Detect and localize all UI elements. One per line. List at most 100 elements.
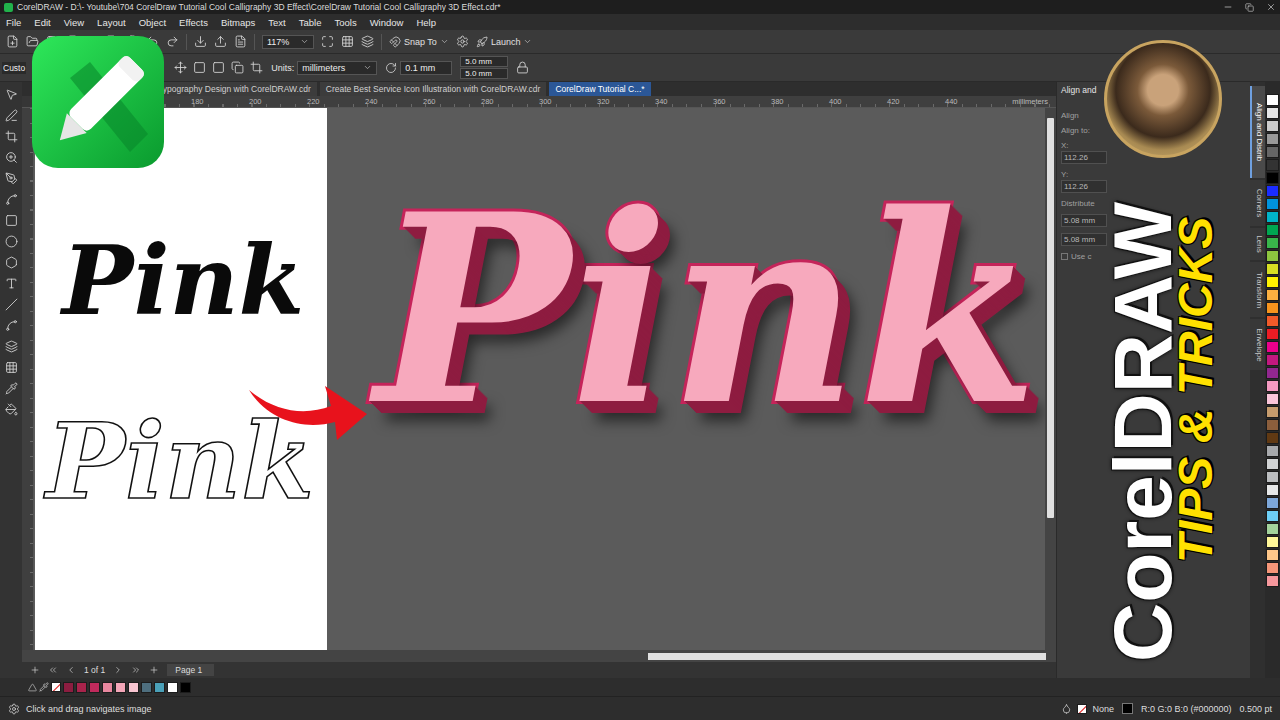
color-swatch[interactable] [1266,289,1279,301]
magnet-icon[interactable] [389,36,401,48]
nudge-icon[interactable] [385,62,397,74]
dropdown-arrow-icon[interactable] [523,37,532,46]
zoom-level-field[interactable]: 117% [262,35,314,49]
connector-tool-icon[interactable] [5,319,18,332]
duplicate-distance-field[interactable]: 5.0 mm [460,68,508,79]
no-color-swatch[interactable] [51,682,61,692]
scroll-thumb[interactable] [648,653,1046,660]
menu-item[interactable]: Text [268,17,285,28]
portrait-icon[interactable] [193,61,206,74]
launch-button[interactable]: Launch [476,36,533,48]
color-swatch[interactable] [1266,263,1279,275]
color-swatch[interactable] [1266,523,1279,535]
color-swatch[interactable] [154,682,165,693]
ellipse-tool-icon[interactable] [5,235,18,248]
color-swatch[interactable] [1266,159,1279,171]
docker-tab[interactable]: Lens [1250,228,1265,260]
pick-tool-icon[interactable] [5,88,18,101]
color-swatch[interactable] [1266,562,1279,574]
color-swatch[interactable] [1266,458,1279,470]
document-tab[interactable]: Typography Design with CorelDRAW.cdr [152,82,317,96]
color-swatch[interactable] [141,682,152,693]
color-swatch[interactable] [1266,367,1279,379]
nudge-distance-field[interactable]: 0.1 mm [385,61,452,75]
color-swatch[interactable] [1266,146,1279,158]
first-page-icon[interactable] [48,665,58,675]
color-swatch[interactable] [115,682,126,693]
color-swatch[interactable] [1266,328,1279,340]
artistic-media-icon[interactable] [5,193,18,206]
rocket-icon[interactable] [476,36,488,48]
grid-icon[interactable] [341,35,354,48]
docker-tab[interactable]: Transform [1250,262,1265,317]
color-swatch[interactable] [1266,471,1279,483]
menu-item[interactable]: Object [139,17,166,28]
color-swatch[interactable] [167,682,178,693]
color-swatch[interactable] [1266,315,1279,327]
color-swatch[interactable] [89,682,100,693]
color-swatch[interactable] [1266,341,1279,353]
palette-menu-icon[interactable] [28,683,37,692]
restore-icon[interactable] [1245,3,1254,12]
color-swatch[interactable] [1266,276,1279,288]
menu-item[interactable]: Effects [179,17,208,28]
docker-tab[interactable]: Align and Distrib [1250,86,1265,178]
import-icon[interactable] [194,35,207,48]
spacing-input[interactable]: 5.08 mm [1061,214,1107,227]
menu-item[interactable]: Bitmaps [221,17,255,28]
color-swatch[interactable] [102,682,113,693]
color-swatch[interactable] [1266,536,1279,548]
color-swatch[interactable] [1266,406,1279,418]
color-swatch[interactable] [180,682,191,693]
eyedropper-tool-icon[interactable] [5,382,18,395]
menu-item[interactable]: File [6,17,21,28]
color-swatch[interactable] [1266,510,1279,522]
color-swatch[interactable] [1266,237,1279,249]
status-gear-icon[interactable] [8,703,20,715]
page-preset-field[interactable]: Custo [2,62,26,74]
color-swatch[interactable] [1266,211,1279,223]
dropdown-arrow-icon[interactable] [363,63,372,72]
dropdown-arrow-icon[interactable] [440,37,449,46]
color-swatch[interactable] [1266,497,1279,509]
polygon-tool-icon[interactable] [5,256,18,269]
color-swatch[interactable] [1266,575,1279,587]
rulers-icon[interactable] [361,35,374,48]
color-swatch[interactable] [76,682,87,693]
parallel-dimension-icon[interactable] [5,298,18,311]
page-tab[interactable]: Page 1 [167,664,214,676]
menu-item[interactable]: Edit [34,17,50,28]
rectangle-tool-icon[interactable] [5,214,18,227]
options-gear-icon[interactable] [456,35,469,48]
coordinate-input[interactable]: 112.26 [1061,151,1107,164]
color-swatch[interactable] [1266,484,1279,496]
color-swatch[interactable] [1266,549,1279,561]
redo-icon[interactable] [166,35,179,48]
duplicate-distance-field[interactable]: 5.0 mm [460,56,508,67]
full-screen-icon[interactable] [321,35,334,48]
color-swatch[interactable] [1266,107,1279,119]
export-icon[interactable] [214,35,227,48]
all-pages-icon[interactable] [231,61,244,74]
color-swatch[interactable] [1266,250,1279,262]
drawing-canvas[interactable]: PinkPinkPink [34,108,1045,650]
color-swatch[interactable] [1266,432,1279,444]
palette-eyedropper-icon[interactable] [39,682,49,692]
lock-ratio-icon[interactable] [516,61,529,74]
dropdown-arrow-icon[interactable] [300,37,309,46]
color-swatch[interactable] [1266,172,1279,184]
color-swatch[interactable] [1266,380,1279,392]
close-icon[interactable] [1266,2,1276,12]
units-field[interactable]: Units:millimeters [271,61,377,75]
color-swatch[interactable] [1266,120,1279,132]
previous-page-icon[interactable] [66,665,76,675]
zoom-tool-icon[interactable] [5,151,18,164]
docker-tab[interactable]: Corners [1250,180,1265,226]
freehand-tool-icon[interactable] [5,172,18,185]
open-folder-icon[interactable] [26,35,39,48]
color-swatch[interactable] [1266,185,1279,197]
menu-item[interactable]: Layout [97,17,126,28]
next-page-icon[interactable] [113,665,123,675]
docker-tab[interactable]: Envelope [1250,319,1265,370]
menu-item[interactable]: Table [299,17,322,28]
